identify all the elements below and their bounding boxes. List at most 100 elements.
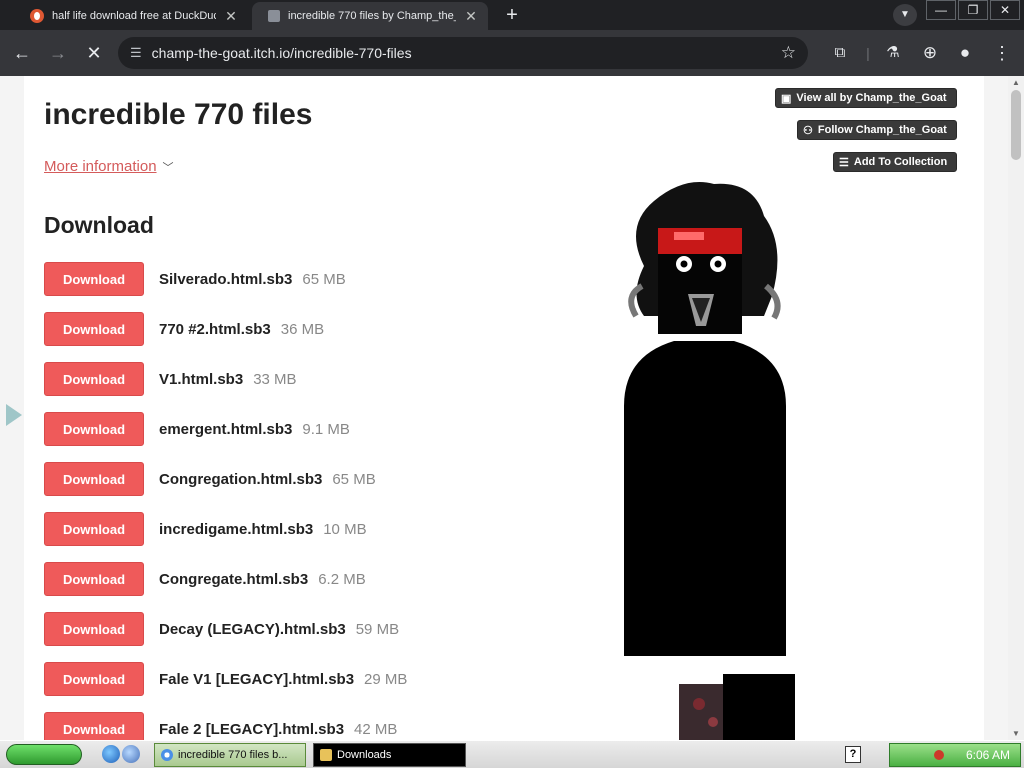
file-size: 65 MB	[302, 271, 346, 288]
file-name: Fale 2 [LEGACY].html.sb3	[159, 721, 345, 738]
tray-icon[interactable]	[934, 750, 944, 760]
follow-label: Follow Champ_the_Goat	[817, 124, 947, 136]
list-item: Download Fale V1 [LEGACY].html.sb3 29 MB	[44, 662, 407, 712]
download-button[interactable]: Download	[44, 262, 144, 296]
add-to-collection-label: Add To Collection	[853, 156, 948, 168]
file-size: 36 MB	[280, 321, 325, 338]
close-window-icon[interactable]: ✕	[990, 0, 1020, 20]
scroll-up-icon[interactable]: ▲	[1012, 78, 1020, 87]
file-size: 29 MB	[364, 671, 408, 688]
taskbar-task-downloads[interactable]: Downloads	[313, 743, 466, 767]
download-button[interactable]: Download	[44, 712, 144, 740]
itch-page: incredible 770 files More information ﹀ D…	[24, 76, 984, 740]
duckduckgo-icon	[30, 9, 44, 23]
file-name: Congregation.html.sb3	[159, 471, 323, 488]
new-tab-button[interactable]: +	[500, 4, 524, 26]
file-name: V1.html.sb3	[159, 371, 244, 388]
itch-favicon-icon	[268, 10, 280, 22]
chrome-icon	[161, 749, 173, 761]
tab-duckduckgo[interactable]: half life download free at DuckDuc ✕	[14, 2, 248, 30]
file-size: 10 MB	[323, 521, 367, 538]
character-artwork-2	[679, 674, 795, 740]
file-name: emergent.html.sb3	[159, 421, 293, 438]
bookmark-star-icon[interactable]: ☆	[781, 43, 796, 63]
clock: 6:06 AM	[965, 748, 1010, 762]
character-artwork	[624, 182, 786, 656]
file-size: 59 MB	[355, 621, 400, 638]
help-icon[interactable]: ?	[845, 746, 861, 763]
list-item: Download emergent.html.sb3 9.1 MB	[44, 412, 407, 462]
scrollbar[interactable]: ▲ ▼	[1008, 76, 1024, 740]
page-viewport: incredible 770 files More information ﹀ D…	[0, 76, 1024, 740]
side-arrow-icon[interactable]	[6, 404, 22, 426]
image-icon: ▣	[781, 92, 792, 105]
profile-icon[interactable]: ●	[953, 41, 977, 65]
download-list: Download Silverado.html.sb3 65 MB Downlo…	[44, 262, 407, 740]
add-user-icon: ⚇	[803, 124, 813, 137]
restore-icon[interactable]: ❐	[958, 0, 988, 20]
browser-toolbar: ← → ✕ ☰ champ-the-goat.itch.io/incredibl…	[0, 30, 1024, 76]
task-label: incredible 770 files b...	[178, 749, 288, 761]
list-item: Download incredigame.html.sb3 10 MB	[44, 512, 407, 562]
file-name: 770 #2.html.sb3	[159, 321, 271, 338]
site-info-icon[interactable]: ☰	[130, 45, 142, 61]
scrollbar-thumb[interactable]	[1011, 90, 1021, 160]
download-button[interactable]: Download	[44, 362, 144, 396]
more-information-link[interactable]: More information ﹀	[44, 158, 174, 175]
playlist-add-icon: ☰	[839, 156, 849, 169]
download-button[interactable]: Download	[44, 612, 144, 646]
forward-arrow-icon[interactable]: →	[46, 41, 70, 65]
browser-quicklaunch-icon[interactable]	[122, 745, 140, 763]
download-button[interactable]: Download	[44, 312, 144, 346]
follow-button[interactable]: ⚇ Follow Champ_the_Goat	[797, 120, 957, 140]
toolbar-divider: |	[866, 45, 870, 61]
window-controls: — ❐ ✕	[924, 0, 1020, 20]
download-button[interactable]: Download	[44, 662, 144, 696]
extensions-icon[interactable]: ⧉	[828, 41, 852, 65]
task-label: Downloads	[337, 749, 392, 761]
close-tab-icon[interactable]: ✕	[224, 8, 238, 25]
file-size: 65 MB	[332, 471, 376, 488]
file-name: Fale V1 [LEGACY].html.sb3	[159, 671, 355, 688]
tab-title: half life download free at DuckDuc	[52, 10, 216, 22]
scroll-down-icon[interactable]: ▼	[1012, 729, 1020, 738]
page-title: incredible 770 files	[44, 98, 313, 131]
menu-kebab-icon[interactable]: ⋮	[990, 41, 1014, 65]
minimize-icon[interactable]: —	[926, 0, 956, 20]
file-size: 33 MB	[253, 371, 297, 388]
tab-strip: half life download free at DuckDuc ✕ inc…	[0, 0, 1024, 30]
download-button[interactable]: Download	[44, 412, 144, 446]
file-size: 42 MB	[354, 721, 398, 738]
url-text[interactable]: champ-the-goat.itch.io/incredible-770-fi…	[152, 45, 781, 61]
list-item: Download V1.html.sb3 33 MB	[44, 362, 407, 412]
list-item: Download 770 #2.html.sb3 36 MB	[44, 312, 407, 362]
taskbar-task-chrome[interactable]: incredible 770 files b...	[154, 743, 306, 767]
download-button[interactable]: Download	[44, 462, 144, 496]
stop-loading-icon[interactable]: ✕	[82, 41, 106, 65]
add-to-collection-button[interactable]: ☰ Add To Collection	[833, 152, 957, 172]
tab-itch[interactable]: incredible 770 files by Champ_the_ ✕	[252, 2, 488, 30]
list-item: Download Fale 2 [LEGACY].html.sb3 42 MB	[44, 712, 407, 740]
file-name: incredigame.html.sb3	[159, 521, 314, 538]
more-information-label[interactable]: More information	[44, 158, 157, 175]
tab-search-icon[interactable]: ▼	[893, 4, 917, 26]
system-tray: 6:06 AM	[889, 743, 1021, 767]
labs-flask-icon[interactable]: ⚗	[881, 41, 905, 65]
internet-explorer-icon[interactable]	[102, 745, 120, 763]
file-name: Silverado.html.sb3	[159, 271, 293, 288]
back-arrow-icon[interactable]: ←	[10, 41, 34, 65]
address-bar[interactable]: ☰ champ-the-goat.itch.io/incredible-770-…	[118, 37, 808, 69]
view-all-button[interactable]: ▣ View all by Champ_the_Goat	[775, 88, 957, 108]
start-button[interactable]	[6, 744, 82, 765]
file-name: Congregate.html.sb3	[159, 571, 309, 588]
list-item: Download Silverado.html.sb3 65 MB	[44, 262, 407, 312]
close-tab-icon[interactable]: ✕	[464, 8, 478, 25]
download-heading: Download	[44, 212, 154, 238]
folder-icon	[320, 749, 332, 761]
download-progress-icon[interactable]: ⊕	[918, 41, 942, 65]
download-button[interactable]: Download	[44, 512, 144, 546]
chevron-down-icon[interactable]: ﹀	[163, 159, 174, 175]
view-all-label: View all by Champ_the_Goat	[796, 92, 947, 104]
list-item: Download Congregate.html.sb3 6.2 MB	[44, 562, 407, 612]
download-button[interactable]: Download	[44, 562, 144, 596]
